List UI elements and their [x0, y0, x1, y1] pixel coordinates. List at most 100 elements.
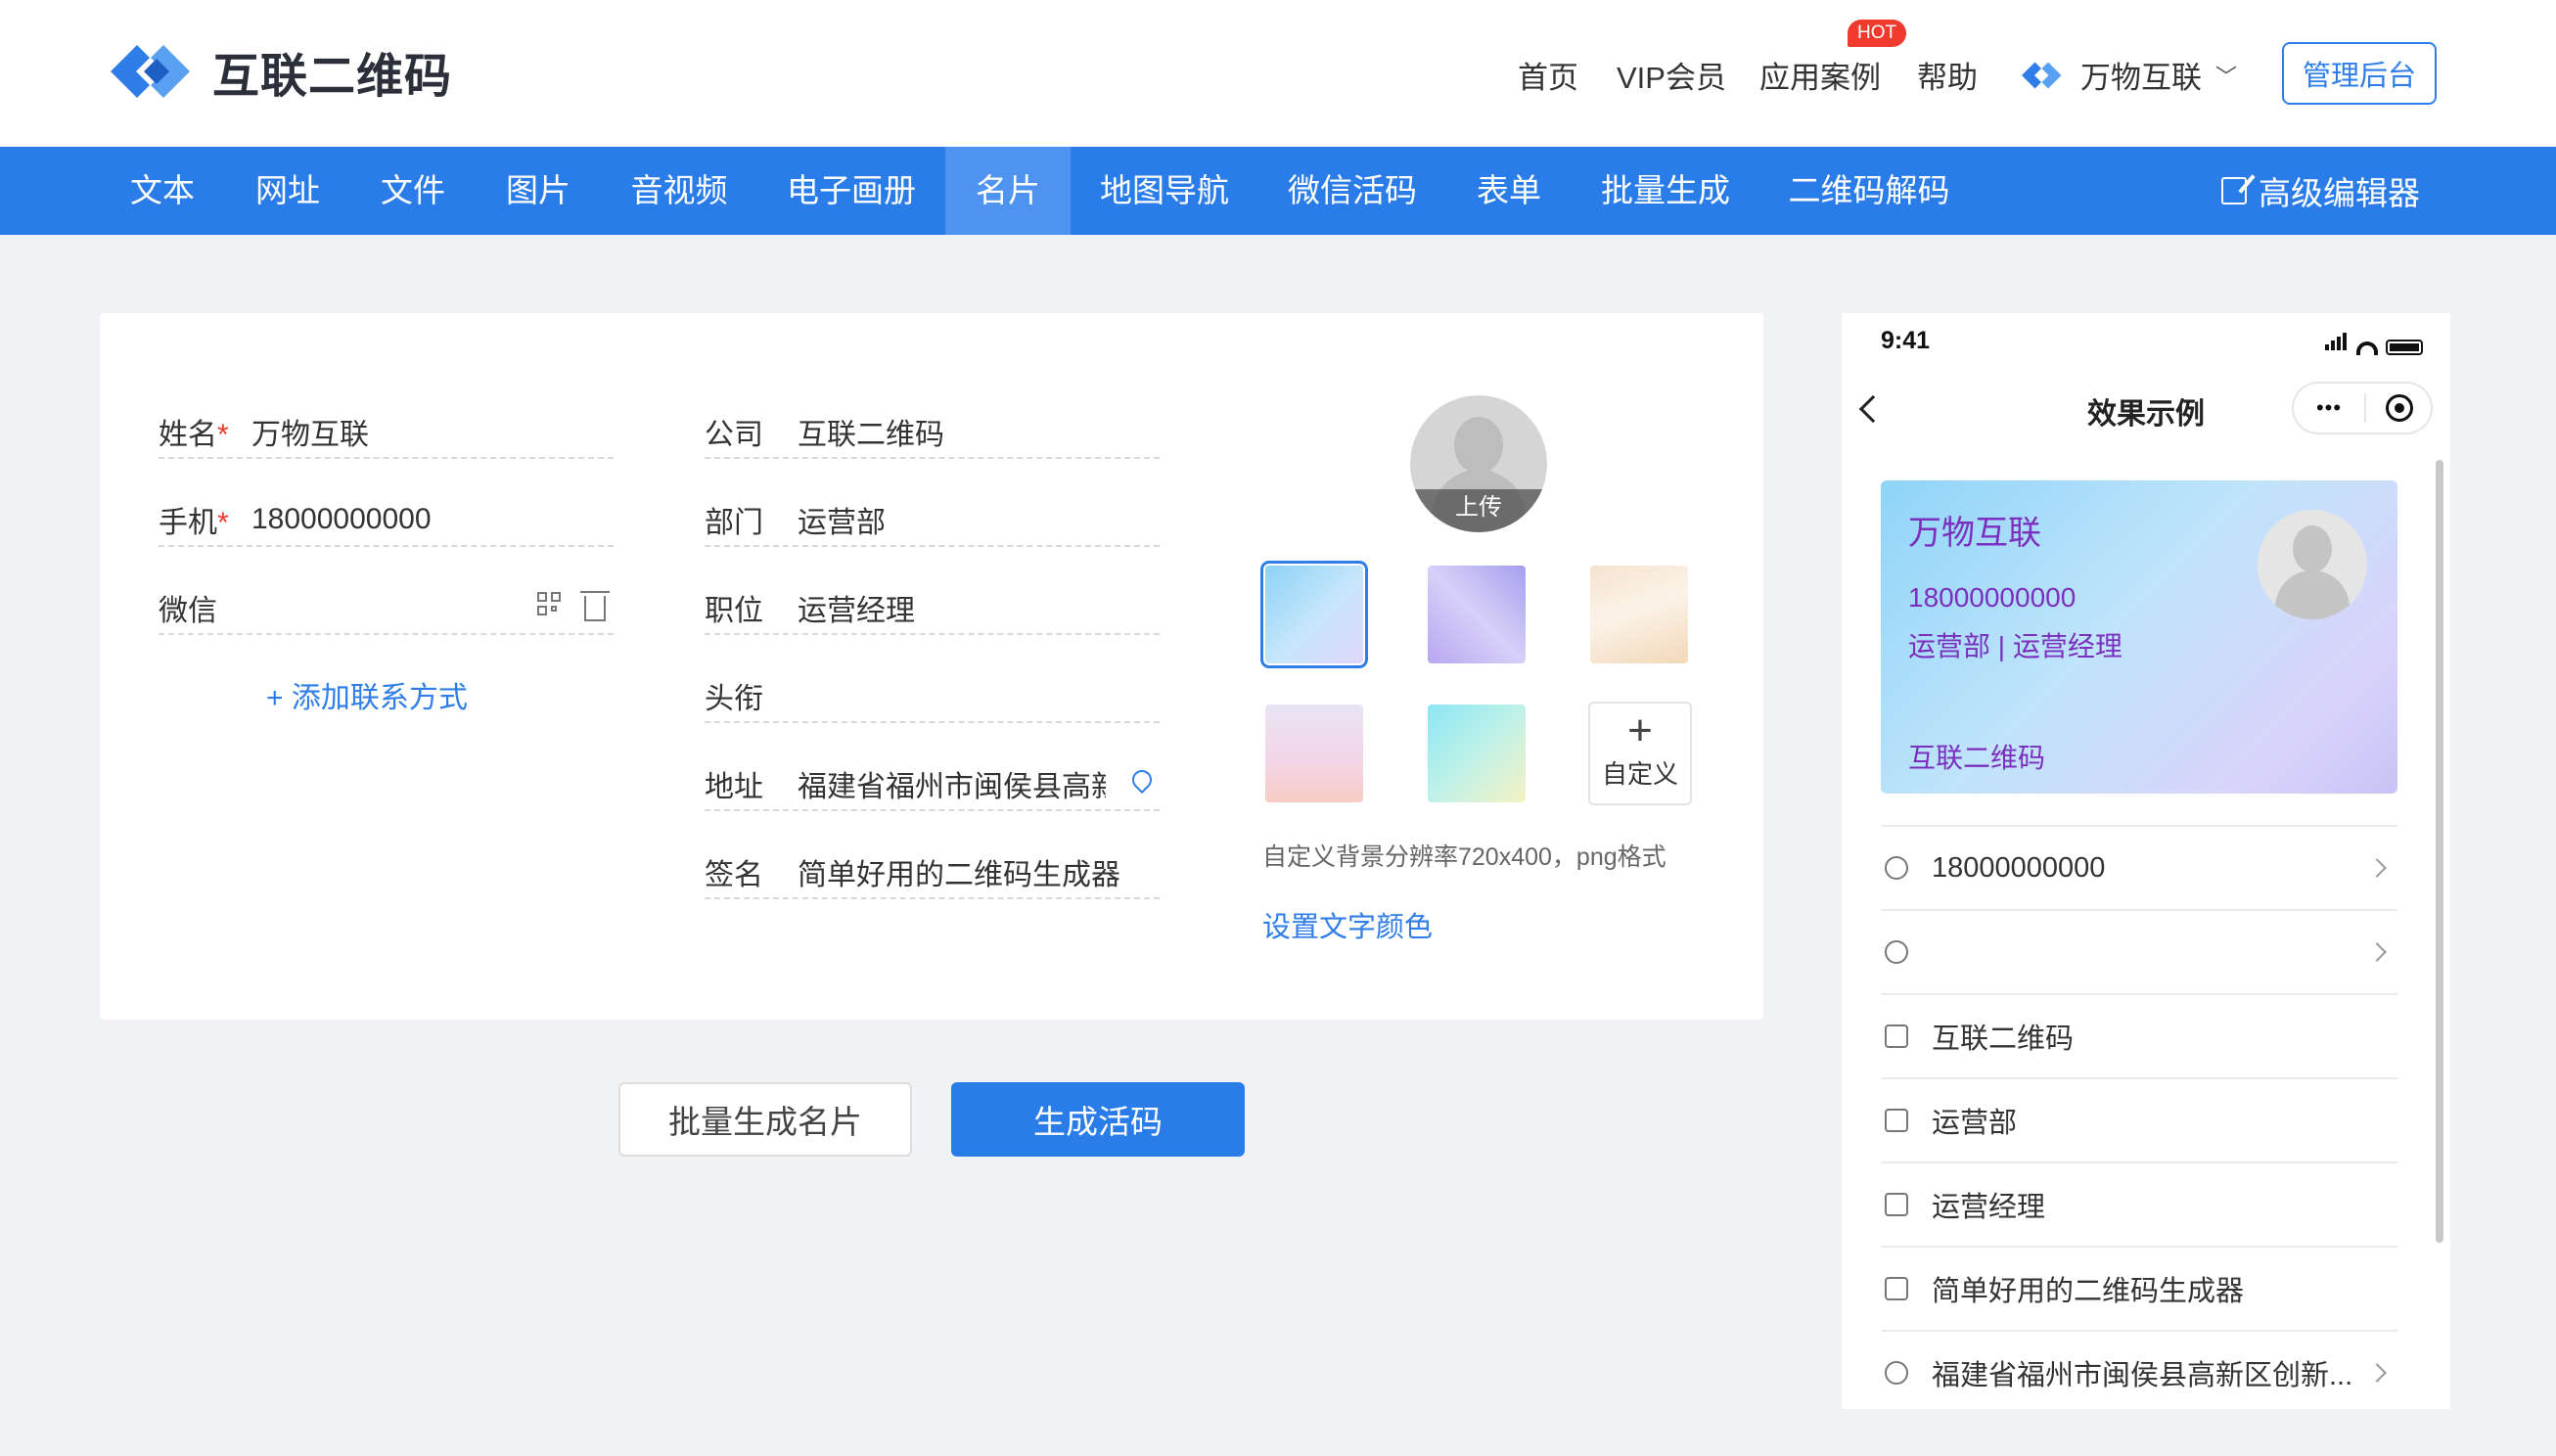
name-value: 万物互联 — [251, 419, 369, 451]
phone-icon — [1885, 856, 1908, 880]
company-label: 公司 — [705, 419, 763, 451]
info-signature-text: 简单好用的二维码生成器 — [1932, 1276, 2245, 1307]
plus-icon: + — [1627, 706, 1653, 754]
generate-button[interactable]: 生成活码 — [951, 1082, 1245, 1157]
name-field[interactable]: 姓名* 万物互联 — [159, 406, 614, 459]
more-icon[interactable]: ••• — [2294, 395, 2364, 421]
title-field[interactable]: 头衔 — [705, 670, 1160, 723]
tab-form[interactable]: 表单 — [1446, 147, 1572, 235]
department-label: 部门 — [705, 507, 763, 539]
logo-icon — [111, 45, 190, 98]
wechat-label: 微信 — [159, 595, 217, 627]
department-value: 运营部 — [798, 507, 886, 539]
card-phone: 18000000000 — [1908, 582, 2077, 613]
phone-preview: 9:41 效果示例 ••• 万物互联 18000000000 运营部 | 运营经… — [1842, 313, 2450, 1409]
delete-icon[interactable] — [580, 591, 610, 621]
info-company-text: 互联二维码 — [1932, 1024, 2075, 1055]
chevron-right-icon — [2367, 1363, 2387, 1383]
tab-wechat-live[interactable]: 微信活码 — [1258, 147, 1446, 235]
add-contact-link[interactable]: + 添加联系方式 — [266, 673, 468, 716]
top-header: 互联二维码 首页 VIP会员 应用案例 HOT 帮助 万物互联 ﹀ 管理后台 — [0, 0, 2556, 147]
tab-file[interactable]: 文件 — [350, 147, 476, 235]
custom-bg-button[interactable]: + 自定义 — [1588, 702, 1692, 805]
signature-field[interactable]: 签名 简单好用的二维码生成器 — [705, 846, 1160, 899]
info-phone-text: 18000000000 — [1932, 851, 2106, 884]
info-row-company: 互联二维码 — [1881, 993, 2397, 1077]
info-row-phone[interactable]: 18000000000 — [1881, 825, 2397, 909]
signature-value: 简单好用的二维码生成器 — [798, 859, 1120, 891]
position-value: 运营经理 — [798, 595, 915, 627]
info-position-text: 运营经理 — [1932, 1192, 2046, 1223]
address-label: 地址 — [705, 771, 763, 803]
card-name: 万物互联 — [1908, 515, 2041, 552]
chevron-down-icon: ﹀ — [2215, 64, 2238, 89]
bg-option-5[interactable] — [1428, 705, 1526, 802]
status-time: 9:41 — [1881, 327, 1931, 354]
info-row-signature: 简单好用的二维码生成器 — [1881, 1246, 2397, 1330]
signature-icon — [1885, 1277, 1908, 1300]
battery-icon — [2386, 340, 2423, 355]
business-card-form: 姓名* 万物互联 手机* 18000000000 微信 + 添加联系方式 公司 … — [100, 313, 1763, 1020]
avatar-upload[interactable]: 上传 — [1410, 395, 1547, 532]
mobile-field[interactable]: 手机* 18000000000 — [159, 494, 614, 547]
tab-decode[interactable]: 二维码解码 — [1759, 147, 1979, 235]
bg-option-2[interactable] — [1428, 566, 1526, 663]
text-color-link[interactable]: 设置文字颜色 — [1262, 904, 1433, 945]
company-field[interactable]: 公司 互联二维码 — [705, 406, 1160, 459]
building-icon — [1885, 1024, 1908, 1048]
wechat-icon — [1885, 940, 1908, 964]
chevron-right-icon — [2367, 942, 2387, 962]
logo-text: 互联二维码 — [212, 51, 453, 103]
tab-album[interactable]: 电子画册 — [757, 147, 945, 235]
address-value: 福建省福州市闽侯县高新区 — [798, 771, 1106, 803]
bg-option-4[interactable] — [1265, 705, 1363, 802]
site-logo[interactable]: 互联二维码 — [103, 37, 452, 106]
close-target-icon[interactable] — [2386, 394, 2413, 422]
bg-option-3[interactable] — [1590, 566, 1688, 663]
tab-image[interactable]: 图片 — [476, 147, 601, 235]
location-pin-icon[interactable] — [1127, 765, 1157, 795]
batch-generate-button[interactable]: 批量生成名片 — [618, 1082, 912, 1157]
wifi-icon — [2356, 341, 2378, 355]
admin-button[interactable]: 管理后台 — [2282, 42, 2437, 105]
account-dropdown[interactable]: 万物互联 ﹀ — [2018, 53, 2237, 97]
bg-hint: 自定义背景分辨率720x400，png格式 — [1262, 843, 1666, 871]
info-department-text: 运营部 — [1932, 1108, 2018, 1139]
tab-av[interactable]: 音视频 — [601, 147, 757, 235]
tab-business-card[interactable]: 名片 — [945, 147, 1071, 235]
info-address-text: 福建省福州市闽侯县高新区创新... — [1932, 1360, 2353, 1391]
card-avatar — [2258, 510, 2367, 619]
info-row-address[interactable]: 福建省福州市闽侯县高新区创新... — [1881, 1330, 2397, 1409]
mobile-value: 18000000000 — [251, 503, 432, 535]
info-row-position: 运营经理 — [1881, 1161, 2397, 1246]
department-field[interactable]: 部门 运营部 — [705, 494, 1160, 547]
brand-logo-icon — [2022, 62, 2062, 88]
address-field[interactable]: 地址 福建省福州市闽侯县高新区 — [705, 758, 1160, 811]
status-icons — [2325, 333, 2423, 355]
chevron-right-icon — [2367, 858, 2387, 878]
nav-home[interactable]: 首页 — [1518, 53, 1578, 97]
advanced-editor-link[interactable]: 高级编辑器 — [2221, 147, 2420, 235]
upload-label: 上传 — [1410, 489, 1547, 532]
preview-scrollbar[interactable] — [2436, 460, 2443, 1243]
miniapp-capsule[interactable]: ••• — [2292, 382, 2433, 434]
wechat-field[interactable]: 微信 — [159, 582, 614, 635]
id-card-icon — [1885, 1193, 1908, 1216]
name-label: 姓名* — [159, 419, 229, 451]
advanced-editor-label: 高级编辑器 — [2259, 175, 2420, 211]
tab-batch[interactable]: 批量生成 — [1572, 147, 1759, 235]
org-icon — [1885, 1109, 1908, 1132]
nav-help[interactable]: 帮助 — [1917, 53, 1978, 97]
category-tabs: 文本 网址 文件 图片 音视频 电子画册 名片 地图导航 微信活码 表单 批量生… — [0, 147, 2556, 235]
position-field[interactable]: 职位 运营经理 — [705, 582, 1160, 635]
tab-text[interactable]: 文本 — [100, 147, 225, 235]
info-row-wechat[interactable] — [1881, 909, 2397, 993]
bg-option-1[interactable] — [1260, 561, 1368, 668]
company-value: 互联二维码 — [798, 419, 944, 451]
tab-map[interactable]: 地图导航 — [1071, 147, 1258, 235]
tab-url[interactable]: 网址 — [225, 147, 350, 235]
qrcode-upload-icon[interactable] — [537, 592, 563, 617]
signal-icon — [2325, 333, 2349, 355]
nav-vip[interactable]: VIP会员 — [1617, 53, 1726, 97]
nav-cases[interactable]: 应用案例 — [1759, 53, 1881, 97]
